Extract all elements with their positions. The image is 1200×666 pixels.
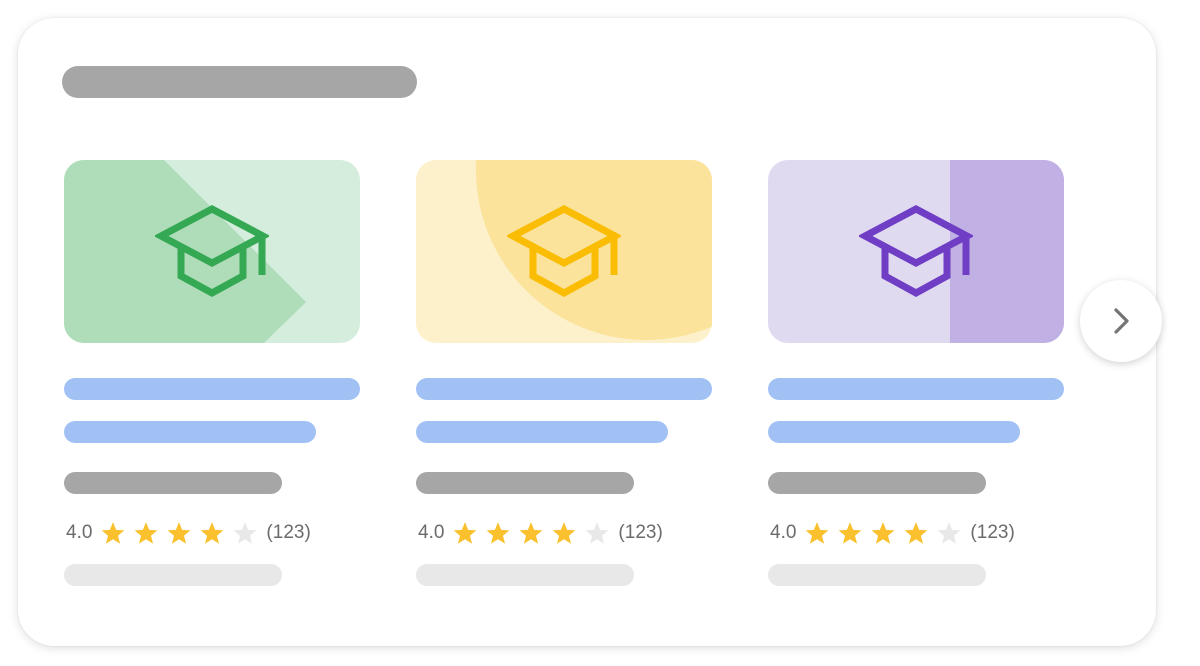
meta-line-placeholder — [64, 564, 282, 586]
star-filled-icon — [454, 522, 477, 544]
title-line-placeholder[interactable] — [64, 378, 360, 400]
course-thumbnail[interactable] — [416, 160, 712, 343]
rating-value: 4.0 — [418, 522, 445, 543]
star-filled-icon — [872, 522, 895, 544]
star-empty-icon — [938, 522, 961, 544]
star-rating — [804, 520, 969, 546]
subtitle-line-placeholder[interactable] — [64, 421, 316, 443]
graduation-cap-icon — [155, 205, 269, 297]
rating-value: 4.0 — [66, 522, 93, 543]
title-line-placeholder[interactable] — [768, 378, 1064, 400]
star-filled-icon — [839, 522, 862, 544]
review-count: (123) — [618, 522, 663, 543]
rating-row: 4.0 (123) — [416, 518, 663, 548]
subtitle-line-placeholder[interactable] — [768, 421, 1020, 443]
star-filled-icon — [905, 522, 928, 544]
star-rating — [452, 520, 617, 546]
course-thumbnail[interactable] — [768, 160, 1064, 343]
chevron-right-icon — [1114, 308, 1129, 334]
review-count: (123) — [970, 522, 1015, 543]
rating-value: 4.0 — [770, 522, 797, 543]
course-thumbnail[interactable] — [64, 160, 360, 343]
course-card[interactable]: 4.0 (123) — [768, 160, 1064, 620]
provider-line-placeholder — [416, 472, 634, 494]
course-card[interactable]: 4.0 (123) — [64, 160, 360, 620]
course-card[interactable]: 4.0 (123) — [416, 160, 712, 620]
star-rating — [100, 520, 265, 546]
provider-line-placeholder — [64, 472, 282, 494]
meta-line-placeholder — [416, 564, 634, 586]
star-filled-icon — [168, 522, 191, 544]
star-empty-icon — [586, 522, 609, 544]
provider-line-placeholder — [768, 472, 986, 494]
next-button[interactable] — [1080, 280, 1162, 362]
star-filled-icon — [135, 522, 158, 544]
star-filled-icon — [201, 522, 224, 544]
rating-row: 4.0 (123) — [768, 518, 1015, 548]
graduation-cap-icon — [507, 205, 621, 297]
star-filled-icon — [487, 522, 510, 544]
star-filled-icon — [553, 522, 576, 544]
star-filled-icon — [806, 522, 829, 544]
rating-row: 4.0 (123) — [64, 518, 311, 548]
meta-line-placeholder — [768, 564, 986, 586]
subtitle-line-placeholder[interactable] — [416, 421, 668, 443]
title-line-placeholder[interactable] — [416, 378, 712, 400]
results-panel: 4.0 (123) 4.0 (123) 4.0 (123) — [18, 18, 1156, 646]
star-filled-icon — [102, 522, 125, 544]
review-count: (123) — [266, 522, 311, 543]
star-filled-icon — [520, 522, 543, 544]
graduation-cap-icon — [859, 205, 973, 297]
section-title-placeholder — [62, 66, 417, 98]
star-empty-icon — [234, 522, 257, 544]
